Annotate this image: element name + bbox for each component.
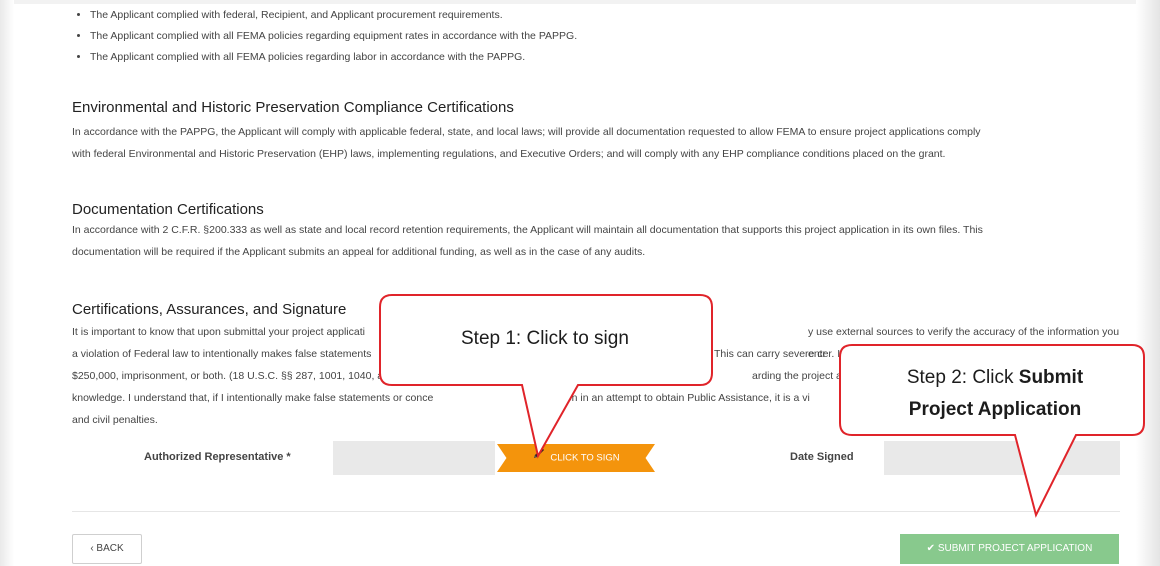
ehp-line-2: with federal Environmental and Historic … xyxy=(72,148,946,160)
signature-line-4: knowledge. I understand that, if I inten… xyxy=(72,392,434,404)
click-to-sign-label: CLICK TO SIGN xyxy=(550,452,620,464)
step2-callout-bold-1: Submit xyxy=(1018,367,1084,388)
callout-annotations xyxy=(379,294,1145,518)
signature-line-3b: arding the project applic xyxy=(752,370,864,382)
pencil-icon xyxy=(532,444,546,472)
list-item: The Applicant complied with federal, Rec… xyxy=(90,5,577,26)
left-edge-shade xyxy=(0,0,14,566)
signature-line-2: a violation of Federal law to intentiona… xyxy=(72,348,372,360)
signature-line-3: $250,000, imprisonment, or both. (18 U.S… xyxy=(72,370,384,382)
signature-section-title: Certifications, Assurances, and Signatur… xyxy=(72,301,347,318)
date-signed-label: Date Signed xyxy=(790,451,854,463)
ehp-section-body: In accordance with the PAPPG, the Applic… xyxy=(72,121,1132,165)
top-strip xyxy=(0,0,1160,4)
right-edge-shade xyxy=(1136,0,1160,566)
step1-callout-text: Step 1: Click to sign xyxy=(461,328,629,349)
authorized-representative-field[interactable] xyxy=(333,441,495,475)
authorized-representative-label: Authorized Representative * xyxy=(144,451,291,463)
documentation-line-2: documentation will be required if the Ap… xyxy=(72,246,646,258)
step2-callout-plain: Step 2: Click xyxy=(906,367,1019,388)
compliance-bullet-list: The Applicant complied with federal, Rec… xyxy=(72,5,577,68)
signature-line-2b: This can carry severe cr xyxy=(714,348,827,360)
click-to-sign-button[interactable]: CLICK TO SIGN xyxy=(497,444,655,472)
signature-line-5: and civil penalties. xyxy=(72,414,158,426)
back-button[interactable]: ‹ BACK xyxy=(72,534,142,564)
date-signed-field[interactable] xyxy=(884,441,1120,475)
ehp-section-title: Environmental and Historic Preservation … xyxy=(72,99,514,116)
documentation-section-title: Documentation Certifications xyxy=(72,201,264,218)
step2-callout-text: Step 2: Click Submit Project Application xyxy=(870,362,1120,426)
list-item: The Applicant complied with all FEMA pol… xyxy=(90,26,577,47)
documentation-line-1: In accordance with 2 C.F.R. §200.333 as … xyxy=(72,224,983,236)
signature-line-1: It is important to know that upon submit… xyxy=(72,326,365,338)
list-item: The Applicant complied with all FEMA pol… xyxy=(90,47,577,68)
documentation-section-body: In accordance with 2 C.F.R. §200.333 as … xyxy=(72,219,1132,263)
step2-callout-bold-2: Project Application xyxy=(908,399,1082,420)
signature-line-4b: mation in an attempt to obtain Public As… xyxy=(546,392,810,404)
footer-divider xyxy=(72,511,1120,512)
ehp-line-1: In accordance with the PAPPG, the Applic… xyxy=(72,126,981,138)
submit-project-application-button[interactable]: ✔ SUBMIT PROJECT APPLICATION xyxy=(900,534,1119,564)
